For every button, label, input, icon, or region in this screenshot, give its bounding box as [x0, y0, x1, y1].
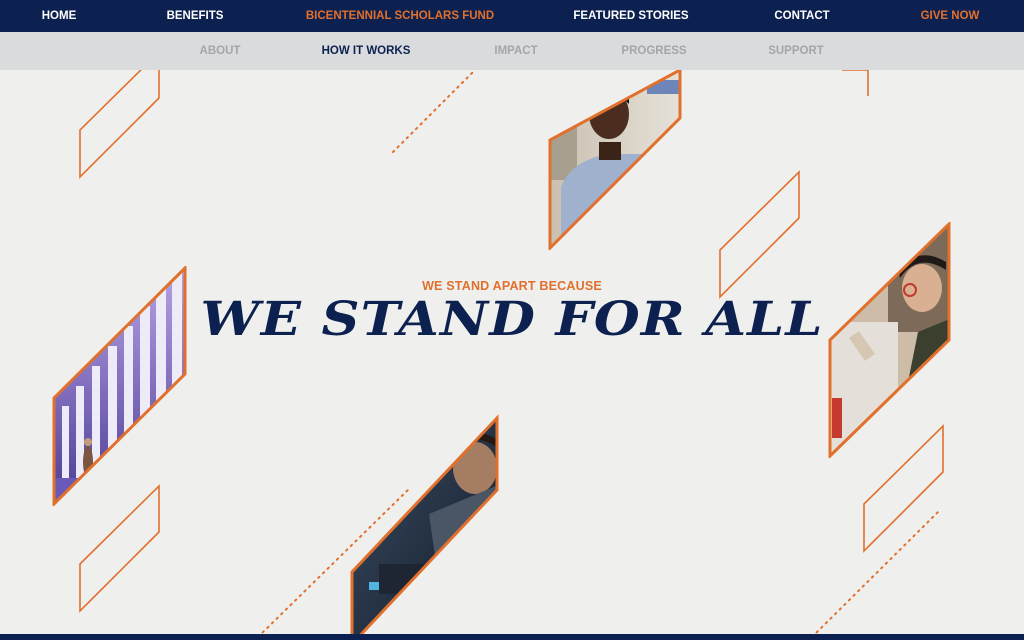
- photo-student-portrait: [548, 70, 682, 250]
- hero-kicker: WE STAND APART BECAUSE: [422, 279, 602, 293]
- subnav-about[interactable]: ABOUT: [200, 32, 241, 70]
- dotted-line: [392, 70, 476, 153]
- nav-contact[interactable]: CONTACT: [774, 0, 829, 32]
- nav-give-now[interactable]: GIVE NOW: [921, 0, 980, 32]
- subnav-progress[interactable]: PROGRESS: [621, 32, 686, 70]
- nav-benefits[interactable]: BENEFITS: [167, 0, 224, 32]
- hero-headline: WE STAND FOR ALL: [200, 292, 824, 347]
- dotted-line: [813, 511, 939, 634]
- top-nav: HOME BENEFITS BICENTENNIAL SCHOLARS FUND…: [0, 0, 1024, 32]
- subnav-how-it-works[interactable]: HOW IT WORKS: [322, 32, 411, 70]
- footer-bar: [0, 634, 1024, 640]
- nav-featured-stories[interactable]: FEATURED STORIES: [573, 0, 688, 32]
- nav-bicentennial-scholars-fund[interactable]: BICENTENNIAL SCHOLARS FUND: [306, 0, 494, 32]
- photo-student-lab: [350, 414, 499, 634]
- hero-section: WE STAND APART BECAUSE WE STAND FOR ALL: [0, 70, 1024, 634]
- subnav-support[interactable]: SUPPORT: [768, 32, 824, 70]
- sub-nav: ABOUT HOW IT WORKS IMPACT PROGRESS SUPPO…: [0, 32, 1024, 70]
- outline-parallelogram: [79, 70, 160, 179]
- outline-corner: [842, 70, 869, 96]
- nav-home[interactable]: HOME: [42, 0, 77, 32]
- subnav-impact[interactable]: IMPACT: [494, 32, 537, 70]
